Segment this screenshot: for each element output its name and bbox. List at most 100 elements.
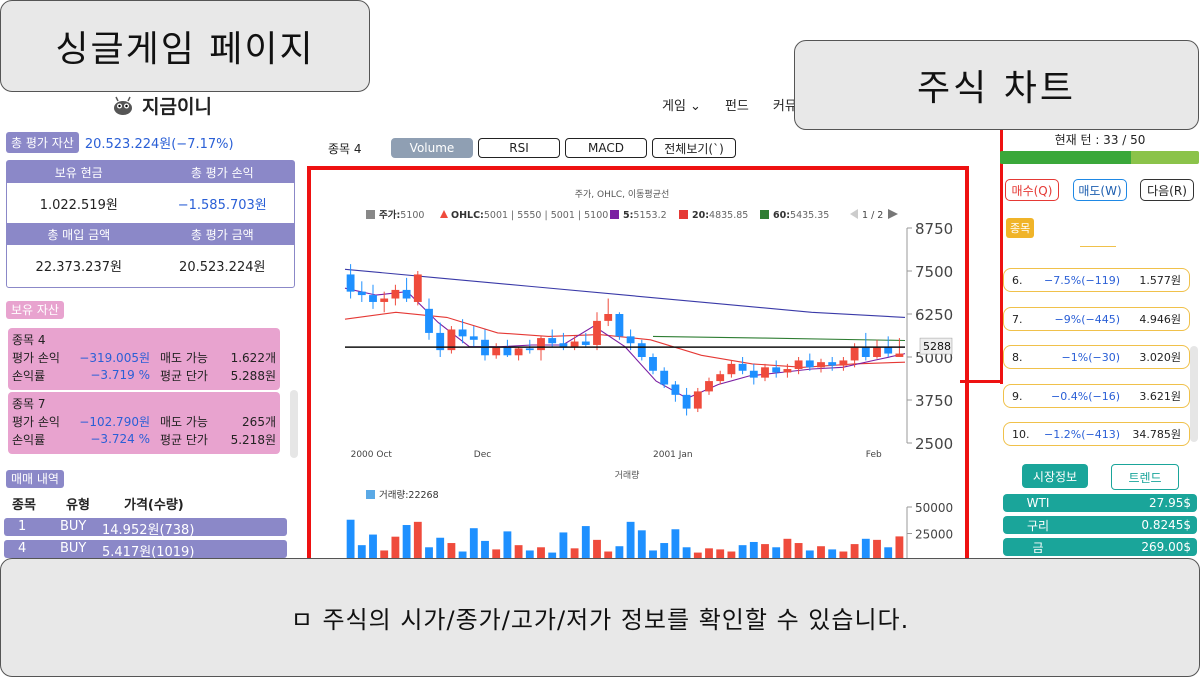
trade-row[interactable]: 1 BUY 14.952원(738) — [4, 518, 287, 538]
candle-body — [637, 343, 646, 357]
nav-link-fund[interactable]: 펀드 — [725, 95, 749, 114]
rank-change: −0.4%(−16) — [1051, 389, 1120, 403]
logo-text: 지금이니 — [142, 96, 212, 118]
candle-body — [705, 381, 713, 392]
volume-bar — [503, 531, 512, 560]
rank-no: 8. — [1012, 350, 1023, 364]
valuation-value: 20.523.224원 — [179, 259, 266, 275]
x-tick-label: Feb — [866, 450, 882, 460]
rank-price: 1.577원 — [1139, 274, 1181, 287]
nav-link-game[interactable]: 게임 ⌄ — [662, 95, 701, 114]
tab-rsi[interactable]: RSI — [478, 138, 560, 158]
stock-rank-row[interactable]: 10. −1.2%(−413) 34.785원 — [1003, 422, 1190, 446]
stock-chart[interactable]: 주가, OHLC, 이동평균선 주가:5100 OHLC:5001 | 5550… — [300, 160, 980, 560]
market-row: 금 269.00$ — [1003, 538, 1197, 556]
tab-view-all[interactable]: 전체보기(`) — [652, 138, 736, 158]
volume-bar — [436, 537, 445, 560]
candle-body — [783, 369, 792, 373]
legend-ma20: 20:4835.85 — [692, 210, 748, 221]
candle-body — [413, 274, 422, 302]
holdings-scrollbar[interactable] — [290, 390, 298, 458]
holding-row: 손익률 −3.724 % 평균 단가 5.218원 — [8, 430, 280, 448]
trade-header-stock: 종목 — [12, 498, 36, 513]
avg-label: 평균 단가 — [160, 368, 208, 383]
rank-price: 4.946원 — [1139, 313, 1181, 326]
total-assets-value: 20.523.224원(−7.17%) — [84, 137, 234, 152]
holding-row: 평가 손익 −102.790원 매도 가능 265개 — [8, 412, 280, 430]
market-name: WTI — [1026, 496, 1050, 510]
candle-body — [346, 274, 355, 292]
candle-body — [817, 362, 825, 368]
candle-body — [749, 370, 758, 378]
sellable-value: 265개 — [242, 414, 276, 429]
volume-bar — [895, 536, 904, 560]
candle-body — [693, 391, 702, 409]
summary-header-row: 총 매입 금액 총 평가 금액 — [7, 223, 294, 245]
pl-label: 평가 손익 — [12, 350, 60, 365]
candle-body — [425, 308, 433, 333]
current-price-tag: 5288 — [923, 340, 951, 353]
stock-rank-row[interactable]: 7. −9%(−445) 4.946원 — [1003, 307, 1190, 331]
avg-label: 평균 단가 — [160, 432, 208, 447]
nav-links: 게임 ⌄ 펀드 커뮤 — [662, 95, 797, 114]
x-tick-label: 2000 Oct — [351, 450, 393, 460]
tab-market-info[interactable]: 시장정보 — [1022, 464, 1088, 488]
pl-header: 총 평가 손익 — [190, 165, 254, 180]
pl-value: −319.005원 — [79, 350, 150, 365]
sell-button[interactable]: 매도(W) — [1073, 179, 1127, 201]
price-tick-label: 7500 — [915, 263, 953, 281]
candle-body — [548, 338, 557, 344]
rank-price: 34.785원 — [1132, 428, 1181, 441]
market-value: 27.95$ — [1149, 496, 1191, 510]
candle-body — [873, 346, 881, 357]
volume-bar — [671, 529, 680, 560]
stock-row-partial — [1080, 242, 1116, 247]
candle-body — [839, 360, 848, 366]
holding-card[interactable]: 종목 4 평가 손익 −319.005원 매도 가능 1.622개 손익률 −3… — [8, 328, 280, 390]
rank-no: 6. — [1012, 273, 1023, 287]
stock-rank-row[interactable]: 9. −0.4%(−16) 3.621원 — [1003, 384, 1190, 408]
candle-body — [402, 289, 411, 299]
candle-body — [615, 314, 624, 337]
stock-list-scrollbar[interactable] — [1190, 346, 1198, 442]
rank-no: 9. — [1012, 389, 1023, 403]
sellable-value: 1.622개 — [230, 350, 276, 365]
turn-progress — [1000, 151, 1199, 164]
holding-card[interactable]: 종목 7 평가 손익 −102.790원 매도 가능 265개 손익률 −3.7… — [8, 392, 280, 454]
stock-rank-row[interactable]: 6. −7.5%(−119) 1.577원 — [1003, 268, 1190, 292]
purchase-header: 총 매입 금액 — [47, 227, 111, 242]
volume-bar — [346, 519, 355, 560]
candle-body — [716, 374, 725, 382]
rank-price: 3.020원 — [1139, 351, 1181, 364]
tab-macd[interactable]: MACD — [565, 138, 647, 158]
volume-bar — [469, 528, 478, 560]
cash-header: 보유 현금 — [54, 165, 103, 180]
volume-bar — [593, 539, 601, 560]
volume-bar — [402, 525, 411, 560]
tab-trend[interactable]: 트렌드 — [1111, 464, 1179, 490]
legend-page: 1 / 2 — [862, 210, 883, 221]
purchase-value: 22.373.237원 — [35, 259, 122, 275]
rank-change: −9%(−445) — [1054, 312, 1120, 326]
candle-body — [380, 298, 389, 302]
logo[interactable]: 지금이니 — [112, 92, 212, 119]
trade-row[interactable]: 4 BUY 5.417원(1019) — [4, 540, 287, 560]
legend-ma20-swatch — [679, 210, 688, 219]
candle-body — [391, 289, 400, 299]
candle-body — [503, 346, 512, 356]
next-button[interactable]: 다음(R) — [1140, 179, 1194, 201]
candle-body — [357, 291, 366, 296]
summary-header-row: 보유 현금 총 평가 손익 — [7, 161, 294, 183]
price-tick-label: 3750 — [915, 392, 953, 410]
candle-body — [727, 363, 736, 375]
trade-header-price: 가격(수량) — [124, 498, 184, 513]
market-value: 269.00$ — [1141, 540, 1191, 554]
stock-rank-row[interactable]: 8. −1%(−30) 3.020원 — [1003, 345, 1190, 369]
legend-ma5-swatch — [610, 210, 619, 219]
sellable-label: 매도 가능 — [160, 414, 208, 429]
tab-volume[interactable]: Volume — [391, 138, 473, 158]
sellable-label: 매도 가능 — [160, 350, 208, 365]
trade-stock: 1 — [18, 519, 27, 534]
callout-connector — [1000, 128, 1003, 384]
buy-button[interactable]: 매수(Q) — [1005, 179, 1059, 201]
